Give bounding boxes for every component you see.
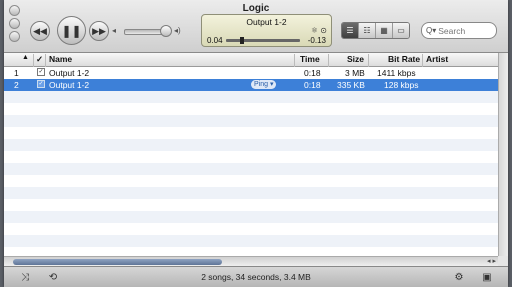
window-title: Logic [242,3,270,14]
genius-icon[interactable]: ⚛ ⊙ [311,26,327,35]
column-bit-rate[interactable]: Bit Rate [388,54,420,64]
row-number: 1 [14,68,19,78]
list-view-button[interactable]: ☰ [342,23,359,38]
search-field[interactable]: Q▾ [421,22,497,39]
row-size: 335 KB [337,80,365,90]
row-checkbox[interactable]: ✓ [37,68,45,76]
grouped-view-button[interactable]: ☷ [359,23,376,38]
grid-view-button[interactable]: ▦ [376,23,393,38]
fast-forward-button[interactable]: ▶▶ [89,21,109,41]
rewind-button[interactable]: ◀◀ [30,21,50,41]
row-time: 0:18 [304,68,321,78]
toolbar: Logic ◀◀ ❚❚ ▶▶ ◂ ◂) Output 1-2 ⚛ ⊙ 0.04 … [4,0,508,53]
row-bit-rate: 128 kbps [384,80,419,90]
horizontal-scroll-thumb[interactable] [13,259,222,265]
search-input[interactable] [438,25,489,36]
vertical-scrollbar[interactable] [498,53,508,256]
status-bar: ⤨ ⟲ 2 songs, 34 seconds, 3.4 MB ⚙ ▣ [4,266,508,287]
table-row[interactable]: 1 ✓ Output 1-2 0:18 3 MB 1411 kbps [4,67,498,79]
column-artist[interactable]: Artist [426,54,448,64]
row-checkbox[interactable]: ✓ [37,80,45,88]
column-name[interactable]: Name [49,54,72,64]
display-icon: ▣ [482,271,492,283]
column-size[interactable]: Size [347,54,364,64]
ping-button[interactable]: Ping ▾ [251,80,277,89]
status-text: 2 songs, 34 seconds, 3.4 MB [201,272,311,282]
speaker-high-icon: ◂) [174,26,181,35]
rewind-icon: ◀◀ [33,25,47,36]
fast-forward-icon: ▶▶ [92,25,106,36]
close-button[interactable] [9,5,20,16]
column-header: ▲ ✓ Name Time Size Bit Rate Artist [4,53,498,67]
column-time[interactable]: Time [300,54,320,64]
row-number: 2 [14,80,19,90]
itunes-window: Logic ◀◀ ❚❚ ▶▶ ◂ ◂) Output 1-2 ⚛ ⊙ 0.04 … [4,0,508,287]
pause-button[interactable]: ❚❚ [57,16,86,45]
song-list: 1 ✓ Output 1-2 0:18 3 MB 1411 kbps 2 ✓ O… [4,67,498,256]
row-name: Output 1-2 [49,68,90,78]
gear-button[interactable]: ⚙ [450,270,468,284]
gear-icon: ⚙ [454,271,464,283]
row-bit-rate: 1411 kbps [377,68,416,78]
remaining-time: -0.13 [307,36,326,45]
minimize-button[interactable] [9,18,20,29]
elapsed-time: 0.04 [207,36,223,45]
table-row[interactable]: 2 ✓ Output 1-2 Ping ▾ 0:18 335 KB 128 kb… [4,79,498,91]
view-switcher: ☰ ☷ ▦ ▭ [341,22,410,39]
volume-knob[interactable] [160,25,172,37]
progress-bar[interactable] [226,39,300,42]
sort-indicator-icon[interactable]: ▲ [22,54,29,61]
now-playing-display: Output 1-2 ⚛ ⊙ 0.04 -0.13 [201,14,332,47]
scroll-arrows-icon[interactable]: ◂ ▸ [487,257,496,265]
speaker-low-icon: ◂ [112,26,117,35]
coverflow-view-button[interactable]: ▭ [393,23,409,38]
zoom-button[interactable] [9,31,20,42]
row-name: Output 1-2 [49,80,90,90]
pause-icon: ❚❚ [61,23,82,38]
row-time: 0:18 [304,80,321,90]
search-icon: Q▾ [426,26,437,35]
checkbox-column-header[interactable]: ✓ [36,54,43,65]
progress-knob[interactable] [240,37,244,44]
row-size: 3 MB [345,68,365,78]
display-button[interactable]: ▣ [478,270,496,284]
